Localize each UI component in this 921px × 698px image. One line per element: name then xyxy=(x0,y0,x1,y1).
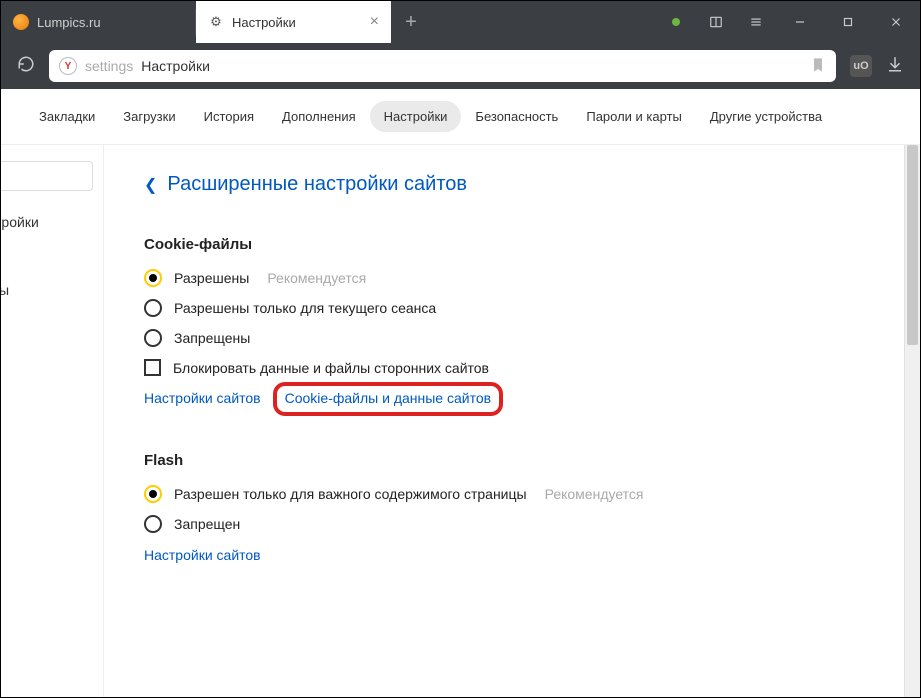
flash-links: Настройки сайтов xyxy=(144,547,880,563)
bookmark-icon[interactable] xyxy=(810,57,826,76)
address-bar: Y settings Настройки uO xyxy=(1,43,920,89)
panes: к ие настройки рфейс рументы ы емные ❮ Р… xyxy=(1,145,920,697)
tab-lumpics[interactable]: Lumpics.ru xyxy=(1,1,196,43)
back-link[interactable]: ❮ Расширенные настройки сайтов xyxy=(144,173,880,196)
sidebar: к ие настройки рфейс рументы ы емные xyxy=(1,145,104,697)
nav-settings[interactable]: Настройки xyxy=(370,101,462,132)
content-area: Закладки Загрузки История Дополнения Нас… xyxy=(1,89,920,697)
flash-option-important[interactable]: Разрешен только для важного содержимого … xyxy=(144,485,880,503)
address-prefix: settings xyxy=(85,58,133,74)
cookie-data-link[interactable]: Cookie-файлы и данные сайтов xyxy=(285,390,491,406)
flash-section: Flash Разрешен только для важного содерж… xyxy=(144,452,880,563)
site-settings-link[interactable]: Настройки сайтов xyxy=(144,547,261,563)
scrollbar-thumb[interactable] xyxy=(907,145,918,345)
address-field[interactable]: Y settings Настройки xyxy=(49,50,836,82)
radio-icon xyxy=(144,299,162,317)
radio-icon xyxy=(144,329,162,347)
sidebar-item[interactable]: рфейс xyxy=(1,239,103,273)
recommended-label: Рекомендуется xyxy=(267,270,366,286)
page-title: Расширенные настройки сайтов xyxy=(167,173,467,196)
nav-history[interactable]: История xyxy=(190,101,268,132)
cookies-block-thirdparty[interactable]: Блокировать данные и файлы сторонних сай… xyxy=(144,359,880,376)
checkbox-icon xyxy=(144,359,161,376)
cookies-option-allow[interactable]: Разрешены Рекомендуется xyxy=(144,269,880,287)
close-window-button[interactable] xyxy=(872,1,920,43)
section-title: Flash xyxy=(144,452,880,469)
yandex-icon: Y xyxy=(59,57,77,75)
close-tab-icon[interactable]: × xyxy=(370,13,379,31)
option-label: Разрешен только для важного содержимого … xyxy=(174,486,527,502)
sidebar-item[interactable]: рументы xyxy=(1,273,103,307)
download-icon[interactable] xyxy=(886,55,904,78)
top-nav: Закладки Загрузки История Дополнения Нас… xyxy=(1,89,920,145)
main-pane: ❮ Расширенные настройки сайтов Cookie-фа… xyxy=(104,145,920,697)
option-label: Разрешены xyxy=(174,270,249,286)
nav-security[interactable]: Безопасность xyxy=(461,101,572,132)
bookmark-bar-icon[interactable] xyxy=(696,1,736,43)
new-tab-button[interactable]: + xyxy=(391,1,431,43)
tab-title: Настройки xyxy=(232,15,296,30)
cookies-section: Cookie-файлы Разрешены Рекомендуется Раз… xyxy=(144,236,880,408)
sidebar-item[interactable]: ие настройки xyxy=(1,205,103,239)
tab-title: Lumpics.ru xyxy=(37,15,101,30)
nav-passwords[interactable]: Пароли и карты xyxy=(572,101,696,132)
site-settings-link[interactable]: Настройки сайтов xyxy=(144,390,261,408)
section-title: Cookie-файлы xyxy=(144,236,880,253)
sidebar-item[interactable]: ы xyxy=(1,307,103,341)
nav-downloads[interactable]: Загрузки xyxy=(109,101,189,132)
window-controls xyxy=(656,1,920,43)
cookies-option-session[interactable]: Разрешены только для текущего сеанса xyxy=(144,299,880,317)
checkbox-label: Блокировать данные и файлы сторонних сай… xyxy=(173,360,489,376)
maximize-button[interactable] xyxy=(824,1,872,43)
nav-addons[interactable]: Дополнения xyxy=(268,101,370,132)
scrollbar-track[interactable] xyxy=(904,145,920,697)
option-label: Запрещены xyxy=(174,330,250,346)
flash-option-block[interactable]: Запрещен xyxy=(144,515,880,533)
sidebar-search[interactable]: к xyxy=(1,161,93,191)
address-text: Настройки xyxy=(141,58,210,74)
chevron-left-icon: ❮ xyxy=(144,175,157,195)
titlebar: Lumpics.ru ⚙ Настройки × + xyxy=(1,1,920,43)
cookies-option-block[interactable]: Запрещены xyxy=(144,329,880,347)
radio-icon xyxy=(144,269,162,287)
nav-devices[interactable]: Другие устройства xyxy=(696,101,836,132)
ublock-icon[interactable]: uO xyxy=(850,55,872,77)
recommended-label: Рекомендуется xyxy=(545,486,644,502)
cookies-links: Настройки сайтов Cookie-файлы и данные с… xyxy=(144,390,880,408)
nav-bookmarks[interactable]: Закладки xyxy=(25,101,109,132)
radio-icon xyxy=(144,515,162,533)
gear-icon: ⚙ xyxy=(208,14,224,30)
radio-icon xyxy=(144,485,162,503)
menu-icon[interactable] xyxy=(736,1,776,43)
tab-settings[interactable]: ⚙ Настройки × xyxy=(196,1,391,43)
option-label: Запрещен xyxy=(174,516,240,532)
highlighted-link: Cookie-файлы и данные сайтов xyxy=(285,390,491,408)
reload-icon[interactable] xyxy=(17,55,35,78)
option-label: Разрешены только для текущего сеанса xyxy=(174,300,436,316)
sidebar-item[interactable]: емные xyxy=(1,341,103,375)
minimize-button[interactable] xyxy=(776,1,824,43)
status-indicator xyxy=(656,1,696,43)
favicon-lumpics xyxy=(13,14,29,30)
